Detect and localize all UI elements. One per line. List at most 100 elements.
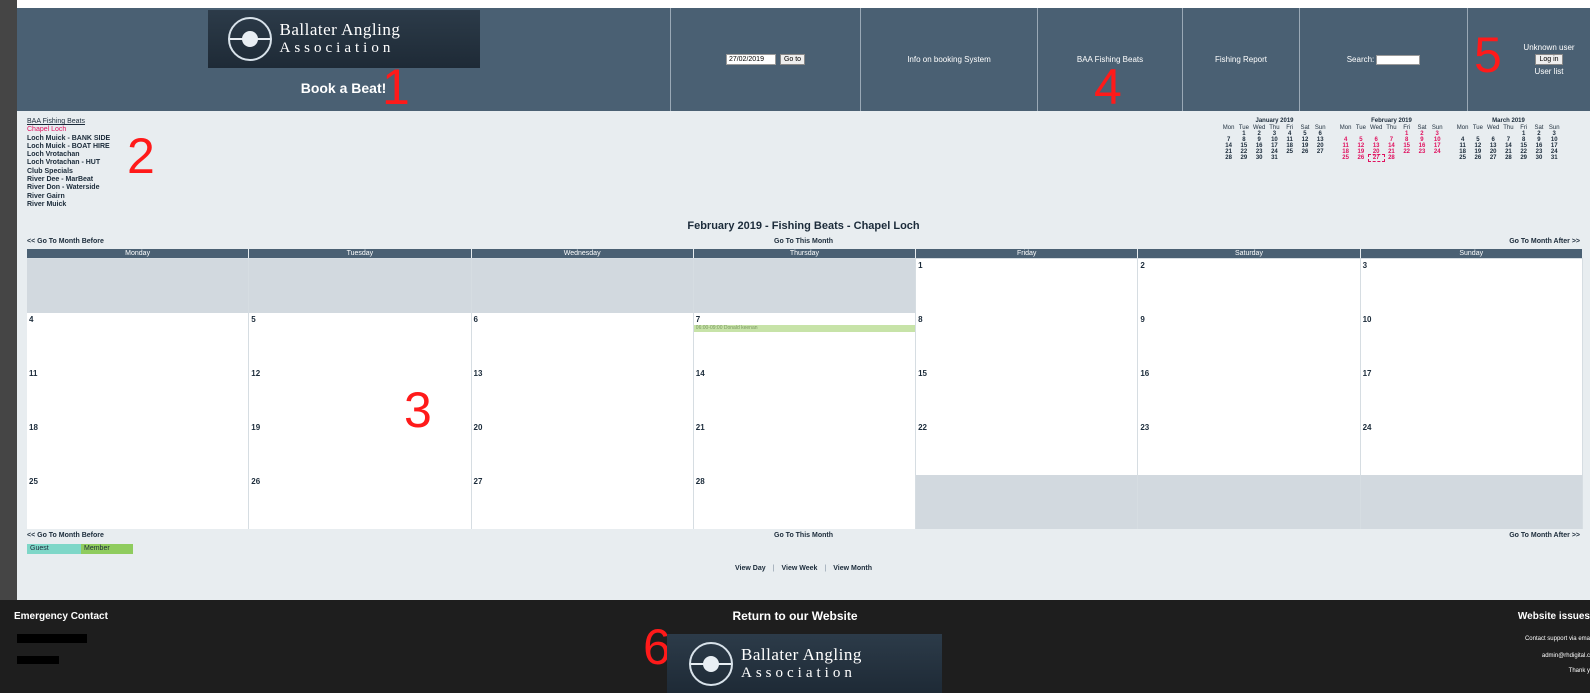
day-number[interactable]: 5 bbox=[251, 315, 255, 324]
calendar-day[interactable]: 19 bbox=[249, 421, 472, 475]
calendar-day[interactable]: 7 06:00-09:00 Donald keenan bbox=[693, 313, 917, 367]
calendar-day[interactable]: 9 bbox=[1138, 313, 1361, 367]
calendar-day[interactable]: 11 bbox=[27, 367, 250, 421]
calendar-day[interactable]: 10 bbox=[1360, 313, 1583, 367]
calendar-day[interactable]: 18 bbox=[27, 421, 250, 475]
this-month-link-bottom[interactable]: Go To This Month bbox=[27, 532, 1580, 539]
calendar-day[interactable]: 12 bbox=[249, 367, 472, 421]
day-number[interactable]: 21 bbox=[696, 423, 705, 432]
next-month-link[interactable]: Go To Month After >> bbox=[1509, 238, 1580, 245]
search-input[interactable] bbox=[1376, 54, 1421, 65]
calendar-day[interactable]: 25 bbox=[27, 475, 250, 529]
day-number[interactable]: 12 bbox=[251, 369, 260, 378]
beat-item[interactable]: Loch Vrotachan bbox=[27, 151, 110, 159]
beats-heading-link[interactable]: BAA Fishing Beats bbox=[27, 118, 110, 126]
mini-day[interactable]: 28 bbox=[1384, 155, 1399, 161]
calendar-day[interactable]: 8 bbox=[916, 313, 1139, 367]
booking-entry[interactable]: 06:00-09:00 Donald keenan bbox=[693, 325, 916, 332]
day-number[interactable]: 19 bbox=[251, 423, 260, 432]
next-month-link-bottom[interactable]: Go To Month After >> bbox=[1509, 532, 1580, 539]
calendar-day[interactable]: 6 bbox=[471, 313, 694, 367]
beat-item[interactable]: River Dee - MarBeat bbox=[27, 176, 110, 184]
day-number[interactable]: 1 bbox=[918, 261, 922, 270]
view-week-link[interactable]: View Week bbox=[781, 565, 817, 572]
goto-button[interactable]: Go to bbox=[779, 54, 806, 65]
view-day-link[interactable]: View Day bbox=[735, 565, 766, 572]
beat-item[interactable]: Chapel Loch bbox=[27, 126, 110, 134]
calendar-day[interactable]: 23 bbox=[1138, 421, 1361, 475]
calendar-day[interactable]: 28 bbox=[693, 475, 917, 529]
calendar-day[interactable]: 3 bbox=[1360, 259, 1583, 313]
footer-logo[interactable]: Ballater Angling Association bbox=[667, 634, 942, 693]
day-number[interactable]: 9 bbox=[1140, 315, 1144, 324]
mini-day[interactable]: 28 bbox=[1501, 155, 1516, 161]
calendar-day[interactable]: 16 bbox=[1138, 367, 1361, 421]
day-number[interactable]: 10 bbox=[1363, 315, 1372, 324]
beat-item[interactable]: River Gairn bbox=[27, 193, 110, 201]
day-number[interactable]: 7 bbox=[696, 315, 700, 324]
day-number[interactable]: 14 bbox=[696, 369, 705, 378]
return-to-website-link[interactable]: Return to our Website bbox=[0, 609, 1590, 623]
mini-day[interactable]: 30 bbox=[1531, 155, 1546, 161]
nav-info-booking[interactable]: Info on booking System bbox=[861, 8, 1038, 111]
user-list-link[interactable]: User list bbox=[1535, 67, 1564, 76]
beat-item[interactable]: River Don - Waterside bbox=[27, 184, 110, 192]
view-month-link[interactable]: View Month bbox=[833, 565, 872, 572]
mini-day[interactable]: 28 bbox=[1221, 155, 1236, 161]
calendar-day[interactable]: 24 bbox=[1360, 421, 1583, 475]
calendar-day[interactable]: 15 bbox=[916, 367, 1139, 421]
day-number[interactable]: 28 bbox=[696, 477, 705, 486]
day-number[interactable]: 22 bbox=[918, 423, 927, 432]
beat-item[interactable]: Loch Muick - BANK SIDE bbox=[27, 135, 110, 143]
day-number[interactable]: 6 bbox=[474, 315, 478, 324]
day-number[interactable]: 11 bbox=[29, 369, 37, 378]
login-button[interactable]: Log in bbox=[1535, 54, 1563, 65]
day-number[interactable]: 25 bbox=[29, 477, 38, 486]
calendar-day[interactable]: 26 bbox=[249, 475, 472, 529]
mini-day[interactable]: 27 bbox=[1367, 154, 1385, 162]
mini-calendar-title[interactable]: February 2019 bbox=[1338, 118, 1445, 125]
beat-item[interactable]: Club Specials bbox=[27, 168, 110, 176]
calendar-day[interactable]: 5 bbox=[249, 313, 472, 367]
mini-day[interactable]: 30 bbox=[1252, 155, 1267, 161]
day-number[interactable]: 16 bbox=[1140, 369, 1149, 378]
calendar-day[interactable]: 4 bbox=[27, 313, 250, 367]
mini-day[interactable]: 26 bbox=[1470, 155, 1485, 161]
mini-day[interactable]: 25 bbox=[1338, 155, 1353, 161]
day-number[interactable]: 13 bbox=[474, 369, 483, 378]
calendar-day[interactable]: 27 bbox=[471, 475, 694, 529]
mini-calendar-title[interactable]: January 2019 bbox=[1221, 118, 1328, 125]
issues-email[interactable]: admin@rhdigital.c bbox=[1542, 653, 1590, 659]
mini-day[interactable]: 26 bbox=[1353, 155, 1368, 161]
day-number[interactable]: 15 bbox=[918, 369, 927, 378]
day-number[interactable]: 3 bbox=[1363, 261, 1367, 270]
date-input[interactable] bbox=[725, 54, 776, 65]
mini-calendar-title[interactable]: March 2019 bbox=[1455, 118, 1562, 125]
day-number[interactable]: 8 bbox=[918, 315, 922, 324]
day-number[interactable]: 4 bbox=[29, 315, 33, 324]
calendar-day[interactable]: 14 bbox=[693, 367, 917, 421]
beat-item[interactable]: River Muick bbox=[27, 201, 110, 209]
day-number[interactable]: 26 bbox=[251, 477, 260, 486]
mini-day[interactable]: 27 bbox=[1486, 155, 1501, 161]
calendar-day[interactable]: 1 bbox=[916, 259, 1139, 313]
day-number[interactable]: 24 bbox=[1363, 423, 1372, 432]
day-number[interactable]: 18 bbox=[29, 423, 38, 432]
mini-day[interactable]: 29 bbox=[1236, 155, 1251, 161]
day-number[interactable]: 27 bbox=[474, 477, 483, 486]
calendar-day[interactable]: 2 bbox=[1138, 259, 1361, 313]
nav-fishing-report[interactable]: Fishing Report bbox=[1183, 8, 1300, 111]
beat-item[interactable]: Loch Muick - BOAT HIRE bbox=[27, 143, 110, 151]
nav-fishing-beats[interactable]: BAA Fishing Beats 4 bbox=[1038, 8, 1183, 112]
mini-day[interactable]: 31 bbox=[1267, 155, 1282, 161]
day-number[interactable]: 20 bbox=[474, 423, 483, 432]
day-number[interactable]: 2 bbox=[1140, 261, 1144, 270]
beat-item[interactable]: Loch Vrotachan - HUT bbox=[27, 159, 110, 167]
calendar-day[interactable]: 20 bbox=[471, 421, 694, 475]
header-logo[interactable]: Ballater Angling Association bbox=[207, 10, 480, 68]
calendar-day[interactable]: 22 bbox=[916, 421, 1139, 475]
mini-day[interactable]: 29 bbox=[1516, 155, 1531, 161]
calendar-day[interactable]: 21 bbox=[693, 421, 917, 475]
calendar-day[interactable]: 13 bbox=[471, 367, 694, 421]
day-number[interactable]: 23 bbox=[1140, 423, 1149, 432]
